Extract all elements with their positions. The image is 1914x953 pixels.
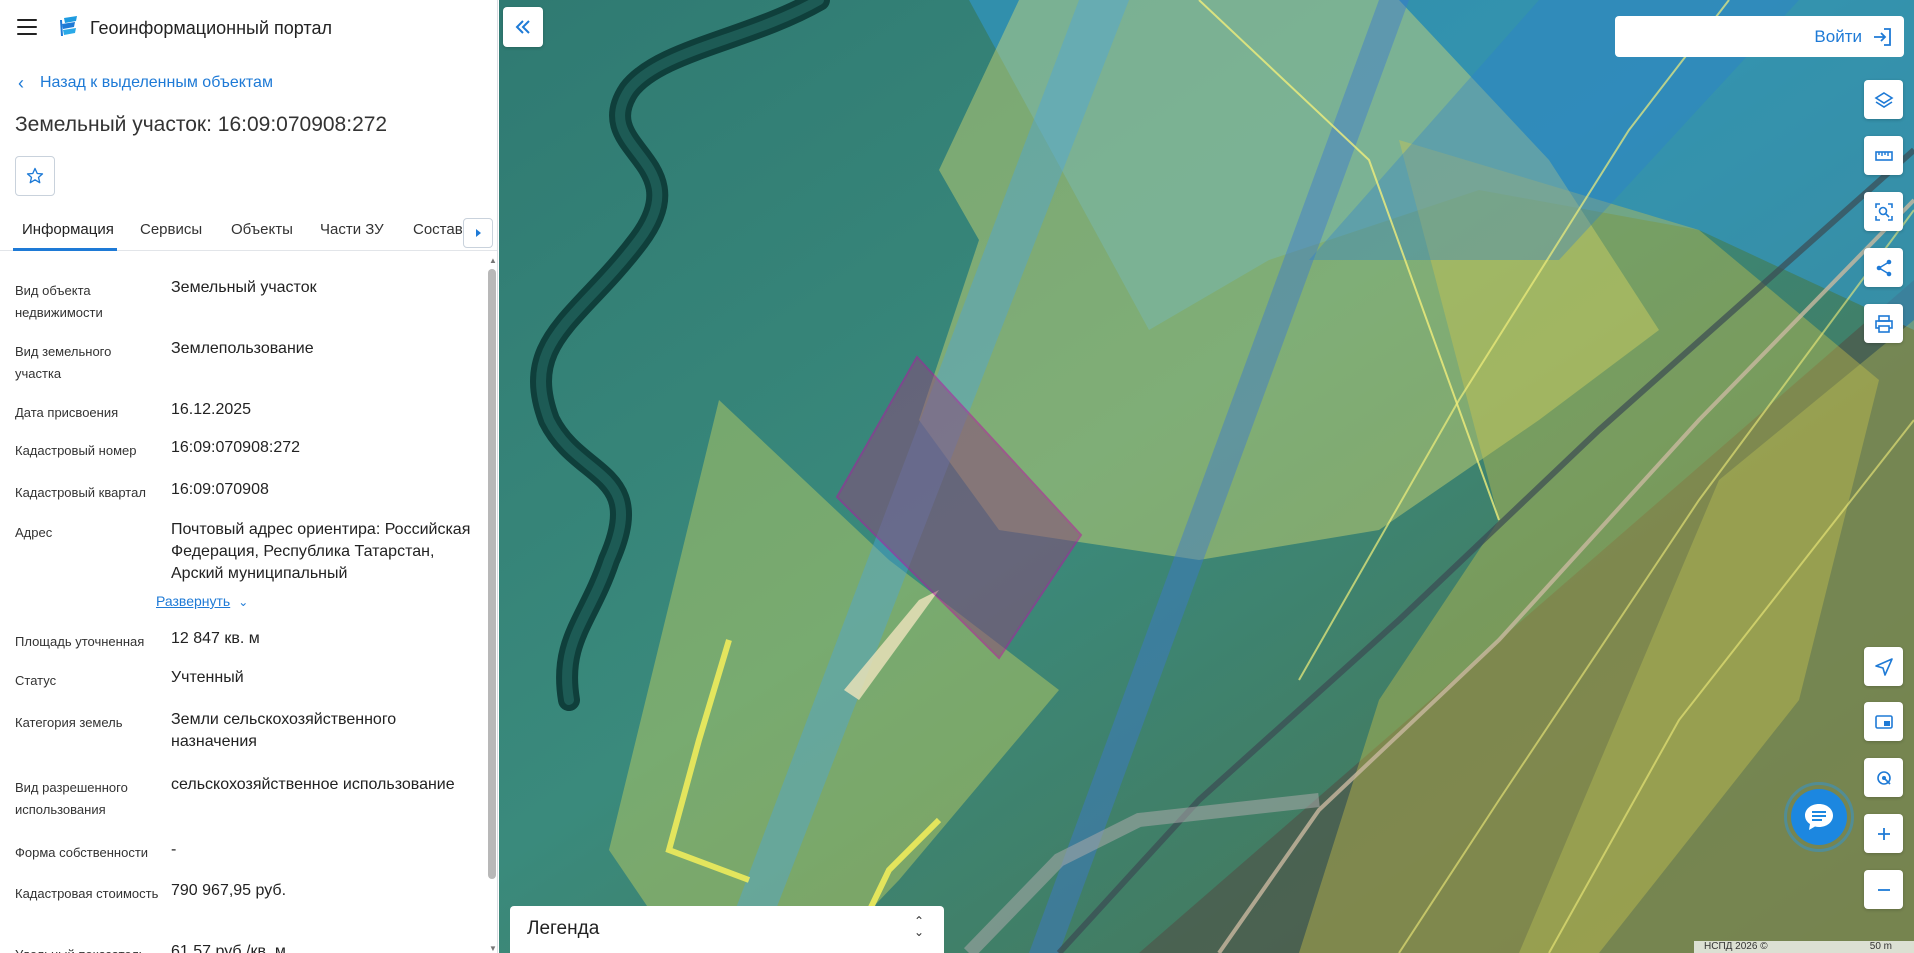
minus-icon — [1877, 888, 1890, 891]
info-label: Вид разрешенного использования — [15, 780, 128, 817]
info-label: Вид земельного участка — [15, 344, 112, 381]
expand-label: Развернуть — [156, 593, 231, 609]
info-value: Землепользование — [171, 340, 314, 357]
scale-distance: 50 m — [1869, 941, 1892, 952]
zoom-out-button[interactable] — [1864, 870, 1903, 909]
map-canvas[interactable] — [499, 0, 1914, 953]
picture-in-picture-icon — [1874, 714, 1893, 729]
info-value: 16:09:070908:272 — [171, 439, 301, 456]
chevron-up-down-icon: ⌃ ⌄ — [913, 914, 924, 939]
print-button[interactable] — [1864, 304, 1903, 343]
info-value: 16:09:070908 — [171, 481, 269, 498]
share-button[interactable] — [1864, 248, 1903, 287]
scale-copyright: НСПД 2026 © — [1704, 941, 1768, 952]
info-scrollbar[interactable]: ▲ ▼ — [486, 256, 497, 953]
address-expand-link[interactable]: Развернуть ⌄ — [156, 593, 248, 609]
info-value: 12 847 кв. м — [171, 630, 260, 647]
legend-dropdown[interactable]: Легенда ⌃ ⌄ — [510, 906, 944, 953]
scroll-down-arrow[interactable]: ▼ — [489, 944, 497, 953]
info-label: Кадастровая стоимость — [15, 886, 159, 901]
info-value: 790 967,95 руб. — [171, 882, 287, 899]
info-value: сельскохозяйственное использование — [171, 776, 455, 793]
map-view[interactable] — [499, 0, 1914, 953]
info-label: Адрес — [15, 525, 53, 540]
tab-bar: Информация Сервисы Объекты Части ЗУ Сост… — [0, 213, 497, 251]
printer-icon — [1874, 314, 1893, 333]
double-chevron-left-icon — [515, 20, 530, 34]
chat-bubble-icon — [1805, 804, 1833, 830]
tab-services[interactable]: Сервисы — [140, 221, 202, 238]
layers-icon — [1873, 91, 1894, 108]
object-title: Земельный участок: 16:09:070908:272 — [15, 113, 388, 136]
info-list: Вид объекта недвижимости Земельный участ… — [0, 262, 485, 953]
chevron-left-icon: ‹ — [18, 73, 24, 93]
back-to-selection-link[interactable]: ‹ Назад к выделенным объектам — [18, 74, 273, 92]
sign-in-icon — [1874, 27, 1891, 46]
top-bar: Геоинформационный портал — [0, 0, 497, 56]
plus-icon — [1877, 827, 1890, 840]
tab-objects[interactable]: Объекты — [231, 221, 293, 238]
favorite-button[interactable] — [15, 156, 55, 196]
legend-label: Легенда — [527, 918, 600, 939]
info-label: Кадастровый номер — [15, 443, 137, 458]
collapse-panel-button[interactable] — [503, 7, 543, 47]
side-panel: Геоинформационный портал ‹ Назад к выдел… — [0, 0, 498, 953]
app-title: Геоинформационный портал — [90, 18, 332, 38]
minimap-button[interactable] — [1864, 702, 1903, 741]
info-value: Почтовый адрес ориентира: Российская Фед… — [171, 521, 471, 582]
info-value: 16.12.2025 — [171, 401, 252, 418]
locate-button[interactable] — [1864, 647, 1903, 686]
scroll-up-arrow[interactable]: ▲ — [489, 256, 497, 265]
zoom-in-button[interactable] — [1864, 814, 1903, 853]
caret-right-icon — [476, 229, 481, 237]
star-icon — [26, 167, 44, 184]
back-link-label: Назад к выделенным объектам — [40, 74, 273, 91]
active-tab-indicator — [13, 248, 117, 251]
area-select-icon — [1874, 202, 1893, 221]
info-label: Категория земель — [15, 715, 123, 730]
scale-bar: НСПД 2026 © 50 m — [1694, 941, 1914, 953]
scroll-thumb[interactable] — [488, 269, 496, 879]
info-label: Дата присвоения — [15, 405, 119, 420]
info-label: Статус — [15, 673, 57, 688]
info-label: Площадь уточненная — [15, 634, 145, 649]
info-label: Вид объекта недвижимости — [15, 283, 103, 320]
ruler-icon — [1874, 150, 1893, 161]
info-label: Удельный показатель — [15, 944, 160, 953]
chat-button[interactable] — [1784, 782, 1854, 852]
info-value: - — [171, 841, 177, 858]
tabs-scroll-right-button[interactable] — [463, 218, 493, 248]
chat-circle — [1791, 789, 1847, 845]
info-label: Кадастровый квартал — [15, 485, 146, 500]
info-value: Земли сельскохозяйственного назначения — [171, 711, 397, 750]
measure-button[interactable] — [1864, 136, 1903, 175]
info-label: Форма собственности — [15, 845, 149, 860]
share-icon — [1876, 259, 1891, 276]
navigation-arrow-icon — [1874, 657, 1893, 676]
geolocation-icon — [1876, 770, 1891, 785]
login-label: Войти — [1814, 26, 1862, 46]
tab-composition[interactable]: Состав — [413, 221, 463, 238]
chevron-down-icon: ⌄ — [238, 595, 249, 609]
area-select-button[interactable] — [1864, 192, 1903, 231]
portal-logo — [60, 16, 77, 37]
hamburger-icon[interactable] — [17, 19, 37, 35]
geolocation-button[interactable] — [1864, 758, 1903, 797]
info-value: Земельный участок — [171, 279, 317, 296]
info-value: 61,57 руб./кв. м — [171, 943, 286, 953]
tab-parcel-parts[interactable]: Части ЗУ — [320, 221, 384, 238]
layers-button[interactable] — [1864, 80, 1903, 119]
login-button[interactable]: Войти — [1615, 16, 1904, 57]
tab-information[interactable]: Информация — [22, 221, 114, 238]
info-value: Учтенный — [171, 669, 244, 686]
